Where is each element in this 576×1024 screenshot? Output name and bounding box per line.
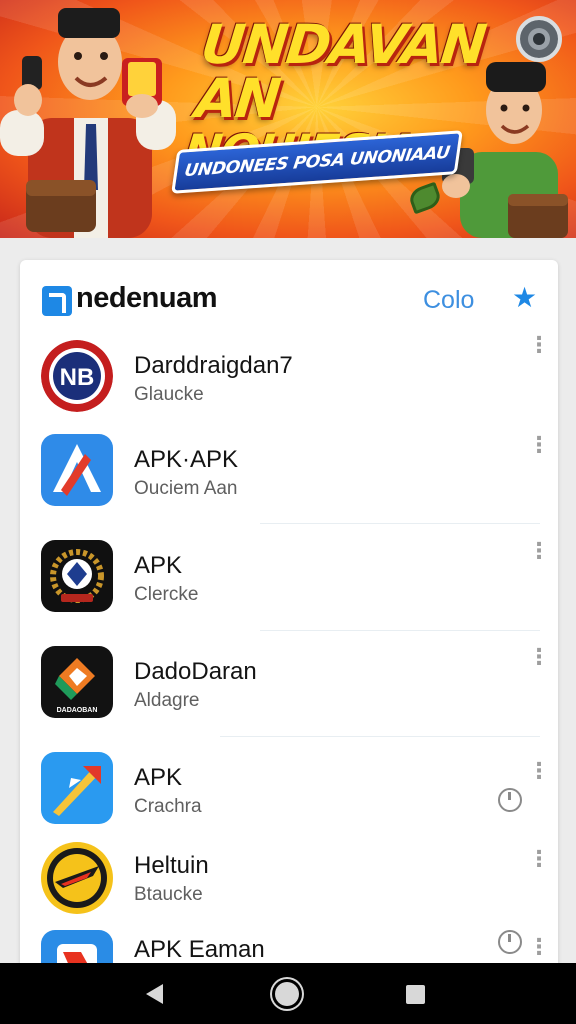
bolt-app-icon [41, 842, 113, 914]
app-subtitle: Clercke [134, 584, 199, 605]
banner-character-left [0, 8, 176, 238]
list-item[interactable]: Heltuin Btaucke ⋮ [20, 842, 558, 932]
list-item[interactable]: APK Clercke ⋮ [20, 540, 558, 640]
nb-icon-label: NB [60, 364, 95, 391]
app-list-card: nedenuam Colo ★ NB Darddraigdan7 Glaucke… [20, 260, 558, 980]
app-subtitle: Btaucke [134, 884, 203, 905]
app-title: APK [134, 764, 183, 791]
brand-logo-icon [42, 286, 72, 316]
recents-icon[interactable] [386, 963, 446, 1024]
app-title: APK Eaman [134, 936, 265, 963]
app-title: APK·APK [134, 446, 239, 473]
arrow-app-icon [41, 752, 113, 824]
more-vert-icon[interactable]: ⋮ [528, 848, 550, 872]
back-icon[interactable] [124, 963, 184, 1024]
card-header: nedenuam Colo ★ [20, 260, 558, 338]
list-item[interactable]: NB Darddraigdan7 Glaucke ⋮ [20, 334, 558, 438]
banner-ribbon-text: UNDONEES POSA UNONIAAU [183, 142, 451, 182]
more-vert-icon[interactable]: ⋮ [528, 434, 550, 458]
apk-app-icon [41, 434, 113, 506]
header-link[interactable]: Colo [423, 286, 474, 315]
list-item[interactable]: APK·APK Ouciem Aan ⋮ [20, 434, 558, 534]
list-item[interactable]: APK Crachra ⋮ [20, 752, 558, 842]
system-nav-bar [0, 963, 576, 1024]
app-subtitle: Glaucke [134, 384, 204, 405]
app-title: APK [134, 552, 183, 579]
dada-app-icon: DADAOBAN [41, 646, 113, 718]
more-vert-icon[interactable]: ⋮ [528, 334, 550, 358]
divider [220, 736, 540, 737]
list-item[interactable]: DADAOBAN DadoDaran Aldagre ⋮ [20, 646, 558, 746]
speaker-icon [516, 16, 562, 62]
dada-icon-label: DADAOBAN [57, 707, 98, 714]
promo-banner[interactable]: UNDAVAN AN NOUIESIA UNDONEES POSA UNONIA… [0, 0, 576, 238]
app-title: DadoDaran [134, 658, 257, 685]
home-icon[interactable] [258, 963, 318, 1024]
more-vert-icon[interactable]: ⋮ [528, 540, 550, 564]
more-vert-icon[interactable]: ⋮ [528, 936, 550, 960]
emblem-app-icon [41, 540, 113, 612]
app-subtitle: Aldagre [134, 690, 200, 711]
app-title: Heltuin [134, 852, 209, 879]
star-icon[interactable]: ★ [512, 284, 537, 312]
app-title: Darddraigdan7 [134, 352, 293, 379]
app-subtitle: Crachra [134, 796, 202, 817]
banner-title-line1: UNDAVAN AN [192, 13, 488, 130]
brand-name: nedenuam [76, 282, 218, 314]
clock-icon [498, 930, 522, 954]
divider [260, 630, 540, 631]
more-vert-icon[interactable]: ⋮ [528, 646, 550, 670]
divider [260, 523, 540, 524]
app-subtitle: Ouciem Aan [134, 478, 238, 499]
nb-app-icon: NB [41, 340, 113, 412]
clock-icon [498, 788, 522, 812]
more-vert-icon[interactable]: ⋮ [528, 760, 550, 784]
